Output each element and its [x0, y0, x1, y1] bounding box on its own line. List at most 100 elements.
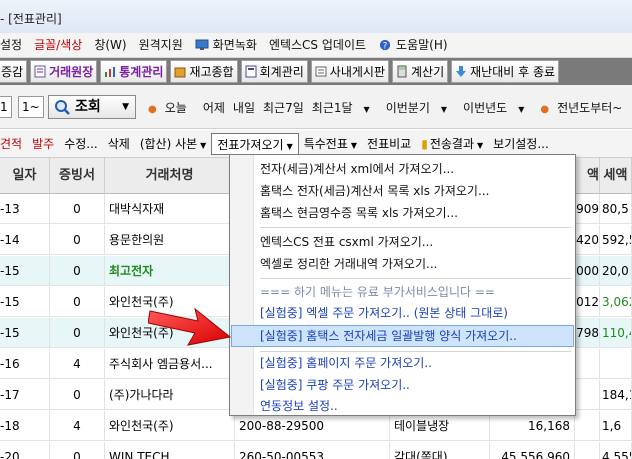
bullet-icon: ●: [540, 104, 550, 115]
cell-tax: 110,47: [600, 318, 632, 348]
cell-amount: 012: [575, 287, 600, 317]
toolbar-board[interactable]: 사내게시판: [310, 60, 389, 83]
cell-date: -15: [0, 287, 50, 317]
cell-tax: 592,5: [600, 225, 632, 255]
menu-item-hometax-etax-xls[interactable]: 홈택스 전자(세금)계산서 목록 xls 가져오기...: [260, 181, 489, 201]
cell-date: -13: [0, 194, 50, 224]
menu-separator: [260, 227, 571, 228]
cell-amount: 798: [575, 318, 600, 348]
cell-amount: 420: [575, 225, 600, 255]
cell-date: -15: [0, 318, 50, 348]
chart-icon: [105, 67, 116, 77]
order-button[interactable]: 발주: [27, 133, 59, 155]
compare-voucher-button[interactable]: 전표비교: [362, 133, 416, 155]
cell-proof: 0: [50, 225, 105, 255]
cell-proof: 0: [50, 442, 105, 459]
menu-update[interactable]: 엔텍스CS 업데이트: [263, 33, 372, 58]
down-arrow-icon: [456, 66, 467, 77]
help-icon: ?: [379, 39, 391, 51]
cell-proof: 4: [50, 411, 105, 441]
col-header-client[interactable]: 거래처명: [105, 158, 235, 194]
period-yesterday[interactable]: 어제: [203, 99, 225, 116]
date-combo-range[interactable]: 1~: [18, 96, 44, 118]
import-voucher-dropdown[interactable]: 전표가져오기 ▼: [211, 132, 299, 155]
bullet-icon: ●: [148, 104, 157, 115]
copy-dropdown[interactable]: (합산) 사본 ▼: [135, 133, 212, 155]
title-bar: - [전표관리]: [0, 0, 632, 33]
col-header-amount[interactable]: 액: [575, 158, 600, 194]
menu-item-homepage-order[interactable]: [실험중] 홈페이지 주문 가져오기..: [260, 353, 432, 373]
ledger-icon: [245, 65, 257, 78]
cell-tax: 20,0: [600, 256, 632, 286]
period-last7days[interactable]: 최근7일: [263, 99, 304, 116]
period-this-year[interactable]: 이번년도 ▼: [463, 99, 532, 116]
cell-tax: 184,1: [600, 380, 632, 410]
cell-date: -16: [0, 349, 50, 379]
period-this-quarter[interactable]: 이번분기 ▼: [386, 99, 455, 116]
col-header-date[interactable]: 일자: [0, 158, 50, 194]
menu-item-link-settings[interactable]: 연동정보 설정..: [260, 396, 338, 416]
edit-button[interactable]: 수정...: [59, 133, 103, 155]
cell-proof: 0: [50, 287, 105, 317]
cell-client: (주)가나다라: [105, 380, 235, 410]
cell-tax: 3,062: [600, 287, 632, 317]
menu-separator: [260, 278, 571, 279]
menu-help[interactable]: ? 도움말(H): [372, 33, 454, 58]
cell-date: -14: [0, 225, 50, 255]
cell-tax: 4,555,6: [600, 442, 632, 459]
cell-c6: 45,556,960: [490, 442, 575, 459]
send-result-dropdown[interactable]: ▮ 전송결과 ▼: [416, 133, 488, 155]
view-settings-button[interactable]: 보기설정...: [488, 133, 554, 155]
menu-bar: 설정 글꼴/색상 창(W) 원격지원 화면녹화 엔텍스CS 업데이트 ? 도움말(…: [0, 33, 632, 58]
menu-item-excel-order[interactable]: [실험중] 엑셀 주문 가져오기.. (원본 상태 그대로): [260, 303, 508, 323]
table-row[interactable]: -20 0 WIN TECH 260-50-00553 각대(쪽대) 45,556,960…: [0, 442, 632, 459]
toolbar-statistics[interactable]: 통계관리: [100, 60, 168, 83]
menu-font-color[interactable]: 글꼴/색상: [28, 33, 88, 58]
cell-proof: 4: [50, 349, 105, 379]
cell-amount: [575, 442, 600, 459]
board-icon: [315, 66, 327, 77]
cell-date: -18: [0, 411, 50, 441]
menu-paid-notice: === 하기 메뉴는 유료 부가서비스입니다 ==: [260, 285, 495, 299]
menu-remote-support[interactable]: 원격지원: [133, 33, 189, 58]
menu-item-coupang-order[interactable]: [실험중] 쿠팡 주문 가져오기..: [260, 375, 410, 395]
date-combo-start[interactable]: 1: [0, 96, 12, 118]
period-today[interactable]: ● 오늘: [148, 99, 195, 116]
chevron-down-icon: ▼: [122, 102, 129, 112]
period-last-month[interactable]: 최근1달 ▼: [312, 99, 378, 116]
col-header-proof[interactable]: 증빙서: [50, 158, 105, 194]
toolbar-ledger[interactable]: 거래원장: [30, 60, 98, 83]
menu-item-hometax-bulk-issue[interactable]: [실험중] 홈택스 전자세금 일괄발행 양식 가져오기..: [231, 325, 574, 347]
delete-button[interactable]: 삭제: [103, 133, 135, 155]
search-toolbar: 1 1~ 조회 ▼ ● 오늘 어제 내일 최근7일 최근1달 ▼ 이번분기 ▼ 이번년…: [0, 85, 632, 129]
toolbar-backup-exit[interactable]: 재난대비 후 종료: [451, 60, 560, 83]
menu-item-csxml[interactable]: 엔텍스CS 전표 csxml 가져오기...: [260, 232, 433, 252]
search-button[interactable]: 조회 ▼: [48, 95, 136, 119]
period-from-last-year[interactable]: ● 전년도부터~: [540, 99, 630, 116]
menu-item-excel-transactions[interactable]: 엑셀로 정리한 거래내역 가져오기...: [260, 254, 437, 274]
import-voucher-menu: 전자(세금)계산서 xml에서 가져오기... 홈택스 전자(세금)계산서 목록…: [229, 154, 576, 416]
toolbar-inventory[interactable]: 재고종합: [170, 60, 238, 83]
chevron-down-icon: ▼: [477, 140, 484, 150]
chevron-down-icon: ▼: [200, 140, 207, 150]
menu-item-etax-xml[interactable]: 전자(세금)계산서 xml에서 가져오기...: [260, 159, 454, 179]
menu-item-hometax-receipt-xls[interactable]: 홈택스 현금영수증 목록 xls 가져오기...: [260, 203, 458, 223]
chevron-down-icon: ▼: [286, 141, 293, 151]
special-voucher-dropdown[interactable]: 특수전표 ▼: [299, 133, 362, 155]
toolbar-increase-decrease[interactable]: 증감: [0, 60, 28, 83]
menu-settings[interactable]: 설정: [0, 33, 28, 58]
estimate-button[interactable]: 견적: [0, 133, 27, 155]
cell-c5: 각대(쪽대): [390, 442, 490, 459]
cell-amount: [575, 411, 600, 441]
cell-client: 와인천국(주): [105, 411, 235, 441]
menu-screen-record[interactable]: 화면녹화: [189, 33, 263, 58]
menu-icon-column: [230, 155, 254, 415]
toolbar-calculator[interactable]: 계산기: [391, 60, 449, 83]
chevron-down-icon: ▼: [518, 105, 525, 114]
cell-date: -15: [0, 256, 50, 286]
menu-window[interactable]: 창(W): [88, 33, 132, 58]
cell-amount: [575, 380, 600, 410]
col-header-tax[interactable]: 세액: [600, 158, 632, 194]
toolbar-accounting[interactable]: 회계관리: [240, 60, 308, 83]
period-tomorrow[interactable]: 내일: [233, 99, 255, 116]
